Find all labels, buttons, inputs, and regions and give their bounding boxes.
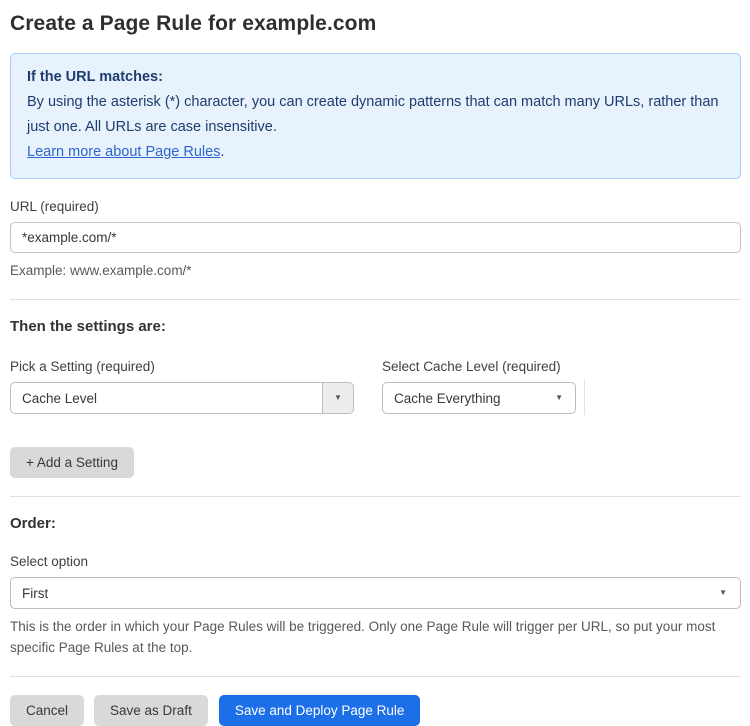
caret-down-icon: ▼: [719, 588, 727, 597]
page-rule-form: Create a Page Rule for example.com If th…: [0, 0, 750, 726]
save-as-draft-button[interactable]: Save as Draft: [94, 695, 208, 726]
divider: [10, 299, 741, 300]
setting-picker-column: Pick a Setting (required) Cache Level ▼: [10, 359, 354, 414]
order-help-text: This is the order in which your Page Rul…: [10, 619, 716, 655]
cache-level-select-value: Cache Everything: [394, 390, 501, 406]
order-select[interactable]: First ▼: [10, 577, 741, 609]
setting-select[interactable]: Cache Level ▼: [10, 382, 354, 414]
divider: [10, 496, 741, 497]
link-suffix: .: [220, 144, 225, 160]
caret-down-icon: ▼: [322, 383, 353, 413]
setting-picker-label: Pick a Setting (required): [10, 359, 155, 374]
order-select-value: First: [22, 585, 49, 601]
cache-level-label: Select Cache Level (required): [382, 359, 561, 374]
info-box-link-line: Learn more about Page Rules.: [27, 140, 724, 165]
cache-level-select[interactable]: Cache Everything ▼: [382, 382, 576, 414]
cache-level-column: Select Cache Level (required) Cache Ever…: [382, 359, 576, 414]
url-match-info-box: If the URL matches: By using the asteris…: [10, 53, 741, 179]
learn-more-link[interactable]: Learn more about Page Rules: [27, 144, 220, 160]
form-actions: Cancel Save as Draft Save and Deploy Pag…: [10, 695, 741, 726]
save-and-deploy-button[interactable]: Save and Deploy Page Rule: [218, 695, 421, 726]
cancel-button[interactable]: Cancel: [10, 695, 85, 726]
info-box-heading: If the URL matches:: [27, 69, 163, 85]
page-title: Create a Page Rule for example.com: [10, 12, 377, 35]
settings-row: Pick a Setting (required) Cache Level ▼ …: [10, 359, 741, 415]
url-field-label: URL (required): [10, 199, 99, 214]
order-section-heading: Order:: [10, 515, 56, 532]
url-input[interactable]: [10, 222, 741, 253]
setting-select-value: Cache Level: [22, 390, 98, 406]
divider: [10, 676, 741, 677]
caret-down-icon: ▼: [555, 393, 563, 402]
url-field-help: Example: www.example.com/*: [10, 263, 192, 278]
add-setting-button[interactable]: + Add a Setting: [10, 447, 134, 478]
setting-group-divider: [584, 379, 585, 415]
order-select-label: Select option: [10, 554, 89, 569]
info-box-body: By using the asterisk (*) character, you…: [27, 94, 719, 135]
settings-section-heading: Then the settings are:: [10, 318, 166, 335]
